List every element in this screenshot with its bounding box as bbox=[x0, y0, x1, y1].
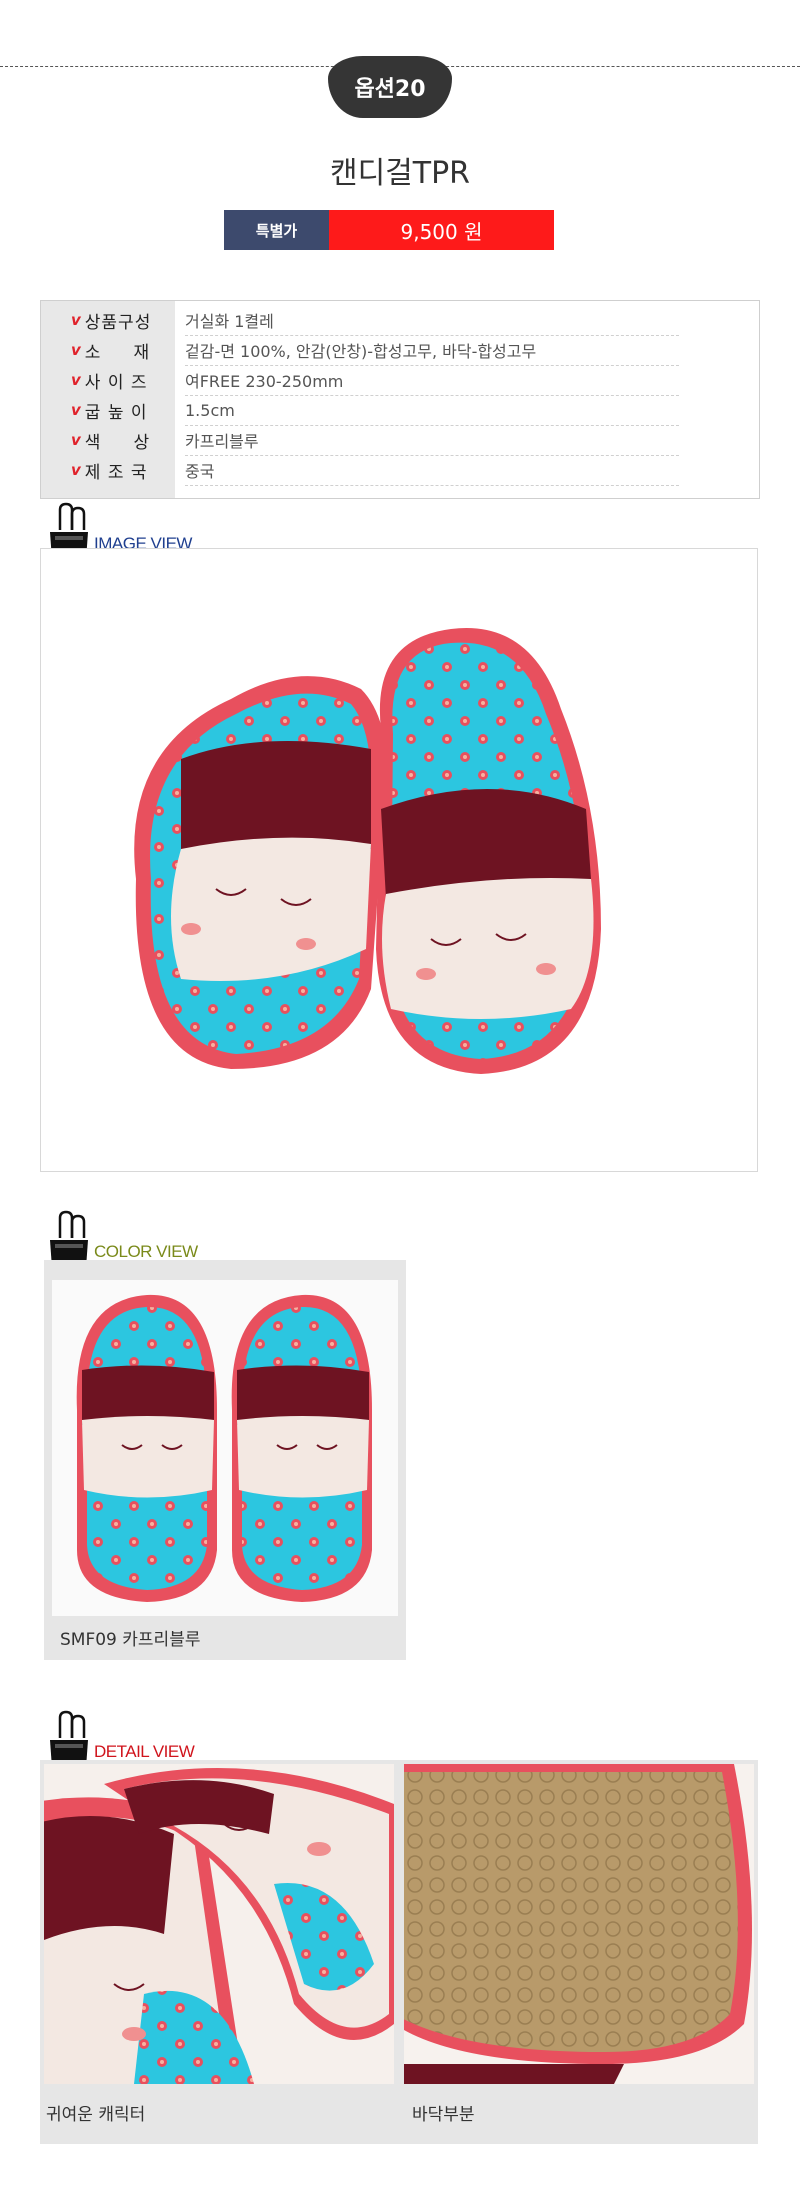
price-label: 특별가 bbox=[224, 210, 329, 250]
slippers-image bbox=[134, 628, 601, 1074]
spec-value: 중국 bbox=[185, 455, 679, 486]
check-icon: v bbox=[71, 401, 82, 419]
check-icon: v bbox=[71, 431, 82, 449]
spec-key: v색 상 bbox=[41, 425, 175, 455]
product-title: 캔디걸TPR bbox=[329, 156, 471, 191]
spec-key: v제 조 국 bbox=[41, 455, 175, 485]
color-item-caption: SMF09 카프리블루 bbox=[60, 1630, 201, 1650]
check-icon: v bbox=[71, 371, 82, 389]
spec-value: 여FREE 230-250mm bbox=[185, 365, 679, 396]
spec-key: v굽 높 이 bbox=[41, 395, 175, 425]
option-badge: 옵션20 bbox=[328, 56, 452, 118]
detail-image-character bbox=[44, 1764, 394, 2084]
check-icon: v bbox=[71, 311, 82, 329]
price-value: 9,500 원 bbox=[329, 210, 554, 250]
detail-image-sole bbox=[404, 1764, 754, 2084]
check-icon: v bbox=[71, 461, 82, 479]
sole-closeup-image bbox=[404, 1764, 754, 2084]
character-closeup-image bbox=[44, 1764, 394, 2084]
spec-key: v소 재 bbox=[41, 335, 175, 365]
detail-caption: 귀여운 캐릭터 bbox=[46, 2105, 146, 2125]
spec-table: v 상품구성 거실화 1켤레 v소 재 겉감-면 100%, 안감(안창)-합성고… bbox=[40, 300, 760, 499]
spec-key-label: 제 조 국 bbox=[84, 462, 148, 483]
spec-key: v 상품구성 bbox=[41, 305, 175, 335]
spec-row: v 상품구성 거실화 1켤레 bbox=[41, 305, 759, 336]
spec-key-label: 사 이 즈 bbox=[84, 372, 148, 393]
color-item-image bbox=[52, 1280, 398, 1616]
slippers-color-image bbox=[52, 1280, 398, 1616]
section-title: DETAIL VIEW bbox=[94, 1742, 195, 1761]
spec-row: v사 이 즈 여FREE 230-250mm bbox=[41, 365, 759, 396]
spec-row: v굽 높 이 1.5cm bbox=[41, 395, 759, 426]
spec-key-label: 색 상 bbox=[84, 432, 151, 453]
spec-key-label: 소 재 bbox=[84, 342, 151, 363]
spec-key: v사 이 즈 bbox=[41, 365, 175, 395]
spec-value: 겉감-면 100%, 안감(안창)-합성고무, 바닥-합성고무 bbox=[185, 335, 679, 366]
spec-row: v색 상 카프리블루 bbox=[41, 425, 759, 456]
spec-value: 카프리블루 bbox=[185, 425, 679, 456]
spec-value: 1.5cm bbox=[185, 395, 679, 426]
spec-key-label: 굽 높 이 bbox=[84, 402, 148, 423]
section-title: COLOR VIEW bbox=[94, 1242, 198, 1261]
main-product-image bbox=[40, 548, 758, 1172]
spec-value: 거실화 1켤레 bbox=[185, 305, 679, 336]
detail-caption: 바닥부분 bbox=[412, 2105, 475, 2125]
spec-row: v제 조 국 중국 bbox=[41, 455, 759, 486]
check-icon: v bbox=[71, 341, 82, 359]
spec-key-label: 상품구성 bbox=[84, 312, 152, 333]
spec-row: v소 재 겉감-면 100%, 안감(안창)-합성고무, 바닥-합성고무 bbox=[41, 335, 759, 366]
price-box: 특별가 9,500 원 bbox=[224, 210, 554, 250]
